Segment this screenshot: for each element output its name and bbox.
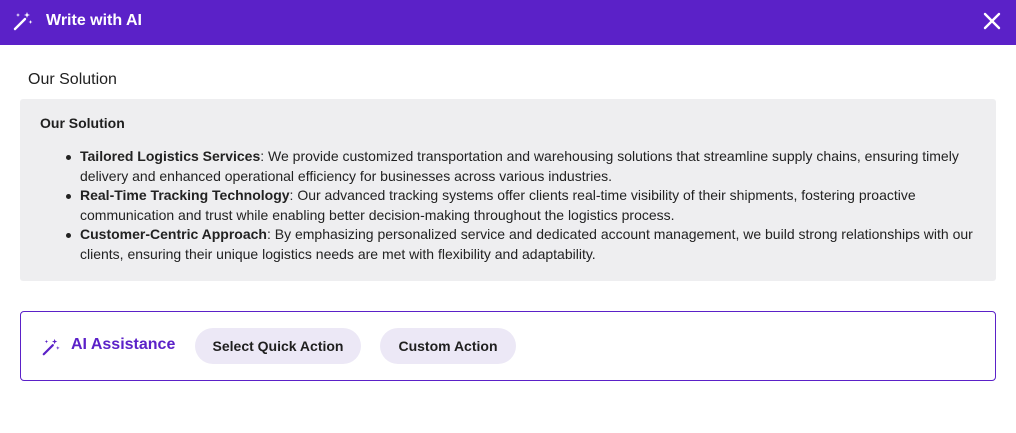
select-quick-action-button[interactable]: Select Quick Action <box>195 328 361 364</box>
magic-wand-icon <box>13 12 33 31</box>
close-icon[interactable] <box>981 10 1003 32</box>
custom-action-button[interactable]: Custom Action <box>380 328 516 364</box>
dialog-header: Write with AI <box>0 0 1016 45</box>
ai-assistance-panel: AI Assistance Select Quick Action Custom… <box>20 311 996 381</box>
list-item: Tailored Logistics Services: We provide … <box>66 147 980 186</box>
dialog-title: Write with AI <box>46 12 142 29</box>
ai-assistance-label: AI Assistance <box>71 336 176 353</box>
content-title: Our Solution <box>40 115 125 131</box>
magic-wand-icon <box>42 338 60 356</box>
list-item: Real-Time Tracking Technology: Our advan… <box>66 186 980 225</box>
list-item: Customer-Centric Approach: By emphasizin… <box>66 225 980 264</box>
bullet-term: Tailored Logistics Services <box>80 148 261 164</box>
generated-content-box[interactable]: Our Solution Tailored Logistics Services… <box>20 99 996 281</box>
bullet-term: Customer-Centric Approach <box>80 226 267 242</box>
content-bullet-list: Tailored Logistics Services: We provide … <box>66 147 980 264</box>
bullet-term: Real-Time Tracking Technology <box>80 187 290 203</box>
section-heading: Our Solution <box>28 71 117 88</box>
